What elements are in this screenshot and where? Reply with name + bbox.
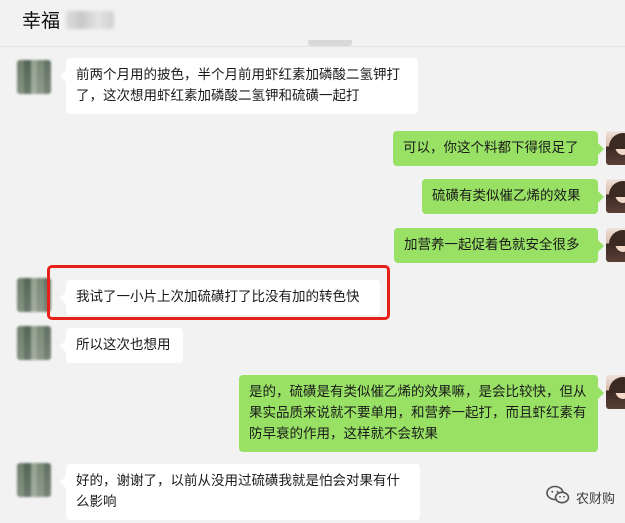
message-bubble[interactable]: 硫磺有类似催乙烯的效果: [422, 179, 604, 214]
chat-header: 幸福: [0, 0, 625, 47]
message-bubble[interactable]: 可以，你这个料都下得很足了: [393, 131, 604, 166]
contact-title[interactable]: 幸福: [22, 6, 115, 33]
my-avatar[interactable]: [606, 228, 625, 262]
contact-avatar[interactable]: [17, 463, 51, 497]
message-bubble[interactable]: 所以这次也想用: [60, 328, 183, 363]
expand-handle[interactable]: [308, 40, 352, 46]
contact-name: 幸福: [22, 10, 61, 32]
watermark: 农财购: [546, 485, 615, 509]
contact-avatar[interactable]: [17, 326, 51, 360]
message-bubble[interactable]: 加营养一起促着色就安全很多: [394, 228, 604, 263]
message-bubble[interactable]: 前两个月用的披色，半个月前用虾红素加磷酸二氢钾打了，这次想用虾红素加磷酸二氢钾和…: [60, 58, 418, 114]
my-avatar[interactable]: [606, 131, 625, 165]
wechat-icon: [546, 485, 570, 509]
my-avatar[interactable]: [606, 375, 625, 409]
my-avatar[interactable]: [606, 179, 625, 213]
contact-avatar[interactable]: [17, 278, 51, 312]
highlight-annotation-box: [47, 265, 390, 320]
redacted-name-blur: [66, 10, 115, 29]
message-bubble[interactable]: 好的，谢谢了，以前从没用过硫磺我就是怕会对果有什么影响: [60, 464, 420, 520]
watermark-text: 农财购: [575, 491, 615, 507]
message-bubble[interactable]: 是的，硫磺是有类似催乙烯的效果嘛，是会比较快，但从果实品质来说就不要单用，和营养…: [239, 375, 604, 452]
contact-avatar[interactable]: [17, 60, 51, 94]
